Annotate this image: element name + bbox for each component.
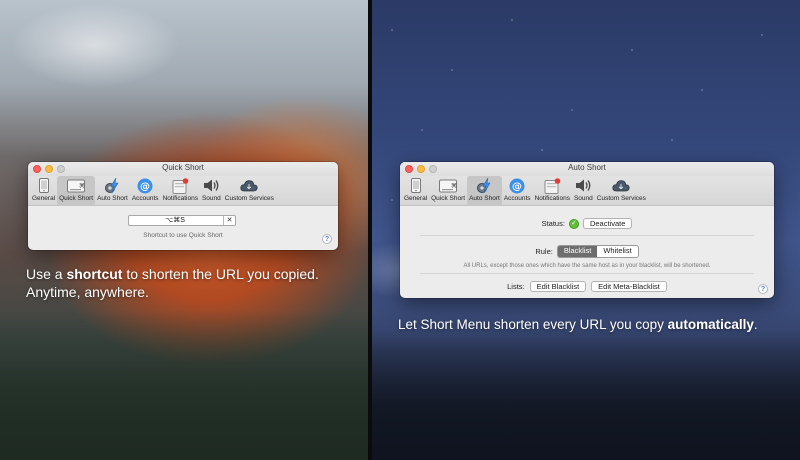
lists-row: Lists: Edit Blacklist Edit Meta-Blacklis…	[400, 281, 774, 292]
toolbar-tab-label: Auto Short	[97, 195, 128, 202]
shortcut-recorder-field[interactable]: ⌥⌘S ✕	[128, 215, 236, 226]
tagline-emphasis: shortcut	[66, 266, 123, 282]
separator	[420, 235, 754, 236]
toolbar-tab-label: Custom Services	[224, 195, 274, 202]
toolbar-tab-label: Accounts	[131, 195, 159, 202]
rule-row: Rule: Blacklist Whitelist	[400, 245, 774, 258]
toolbar-tab-custom-services[interactable]: Custom Services	[595, 176, 648, 206]
rule-option-blacklist[interactable]: Blacklist	[557, 246, 598, 257]
toolbar-tab-notifications[interactable]: Notifications	[161, 176, 200, 206]
rule-description: All URLs, except those ones which have t…	[463, 263, 711, 269]
toolbar-tab-label: Sound	[201, 195, 221, 202]
window-title: Auto Short	[568, 163, 606, 172]
toolbar-tab-label: Sound	[573, 195, 593, 202]
svg-text:⌘: ⌘	[79, 182, 85, 189]
toolbar-tab-auto-short[interactable]: Auto Short	[467, 176, 502, 206]
tagline-line2: Anytime, anywhere.	[26, 284, 149, 300]
at-sign-icon: @	[508, 177, 526, 194]
lists-label: Lists:	[507, 282, 525, 291]
toolbar-tab-label: Notifications	[162, 195, 198, 202]
window-title: Quick Short	[162, 163, 204, 172]
toolbar-tab-label: Notifications	[534, 195, 570, 202]
notification-badge-icon	[171, 177, 189, 194]
phone-icon	[407, 177, 425, 194]
clear-shortcut-button[interactable]: ✕	[223, 216, 235, 225]
tagline-emphasis: automatically	[667, 317, 754, 332]
speaker-icon	[574, 177, 592, 194]
toolbar-tab-sound[interactable]: Sound	[572, 176, 595, 206]
tagline-text: .	[753, 317, 758, 332]
cloud-icon	[240, 177, 258, 194]
status-row: Status: ✓ Deactivate	[400, 218, 774, 229]
auto-short-window: Auto Short General ⌘ Quick Short Auto Short…	[400, 162, 774, 298]
rule-label: Rule:	[535, 247, 553, 256]
status-label: Status:	[541, 219, 565, 228]
rule-segmented-control: Blacklist Whitelist	[556, 245, 639, 258]
toolbar-tab-label: Accounts	[503, 195, 531, 202]
cloud-icon	[612, 177, 630, 194]
speaker-icon	[202, 177, 220, 194]
tagline-text: Use a	[26, 266, 67, 282]
separator	[420, 273, 754, 274]
auto-short-content: Status: ✓ Deactivate Rule: Blacklist Whi…	[400, 206, 774, 298]
toolbar-tab-label: Custom Services	[596, 195, 646, 202]
toolbar-tab-label: Quick Short	[59, 195, 94, 202]
toolbar-tab-label: General	[404, 195, 428, 202]
window-titlebar: Quick Short	[28, 162, 338, 176]
rule-option-whitelist[interactable]: Whitelist	[597, 246, 638, 257]
quick-short-window: Quick Short General ⌘ Quick Short Auto Shor…	[28, 162, 338, 250]
at-sign-icon: @	[136, 177, 154, 194]
toolbar-tab-sound[interactable]: Sound	[200, 176, 223, 206]
left-tagline: Use a shortcut to shorten the URL you co…	[26, 265, 356, 301]
tagline-text: to shorten the URL you copied.	[122, 266, 319, 282]
preferences-toolbar: General ⌘ Quick Short Auto Short @ Accounts No…	[400, 176, 774, 206]
edit-meta-blacklist-button[interactable]: Edit Meta-Blacklist	[591, 281, 667, 292]
tagline-text: Let Short Menu shorten every URL you cop…	[398, 317, 668, 332]
preferences-toolbar: General ⌘ Quick Short Auto Short @ Accounts No…	[28, 176, 338, 206]
toolbar-tab-quick-short[interactable]: ⌘ Quick Short	[429, 176, 467, 206]
toolbar-tab-accounts[interactable]: @ Accounts	[502, 176, 533, 206]
lightning-gear-icon	[103, 177, 121, 194]
notification-badge-icon	[543, 177, 561, 194]
svg-text:@: @	[140, 181, 150, 192]
toolbar-tab-general[interactable]: General	[402, 176, 429, 206]
toolbar-tab-custom-services[interactable]: Custom Services	[223, 176, 276, 206]
toolbar-tab-general[interactable]: General	[30, 176, 57, 206]
keyboard-icon: ⌘	[67, 177, 86, 194]
toolbar-tab-auto-short[interactable]: Auto Short	[95, 176, 130, 206]
keyboard-icon: ⌘	[439, 177, 458, 194]
toolbar-tab-label: Quick Short	[431, 195, 466, 202]
lightning-gear-icon	[475, 177, 493, 194]
toolbar-tab-label: General	[32, 195, 56, 202]
shortcut-caption: Shortcut to use Quick Short	[143, 232, 223, 239]
edit-blacklist-button[interactable]: Edit Blacklist	[529, 281, 587, 292]
help-button[interactable]: ?	[322, 234, 332, 244]
quick-short-content: ⌥⌘S ✕ Shortcut to use Quick Short ?	[28, 206, 338, 250]
status-active-check-icon: ✓	[568, 218, 579, 229]
shortcut-value: ⌥⌘S	[165, 217, 185, 224]
phone-icon	[35, 177, 53, 194]
right-tagline: Let Short Menu shorten every URL you cop…	[398, 316, 798, 334]
toolbar-tab-accounts[interactable]: @ Accounts	[130, 176, 161, 206]
window-titlebar: Auto Short	[400, 162, 774, 176]
svg-text:@: @	[512, 181, 522, 192]
deactivate-button[interactable]: Deactivate	[582, 218, 633, 229]
toolbar-tab-quick-short[interactable]: ⌘ Quick Short	[57, 176, 96, 206]
help-button[interactable]: ?	[758, 284, 768, 294]
svg-text:⌘: ⌘	[451, 182, 457, 189]
toolbar-tab-label: Auto Short	[469, 195, 500, 202]
toolbar-tab-notifications[interactable]: Notifications	[533, 176, 572, 206]
